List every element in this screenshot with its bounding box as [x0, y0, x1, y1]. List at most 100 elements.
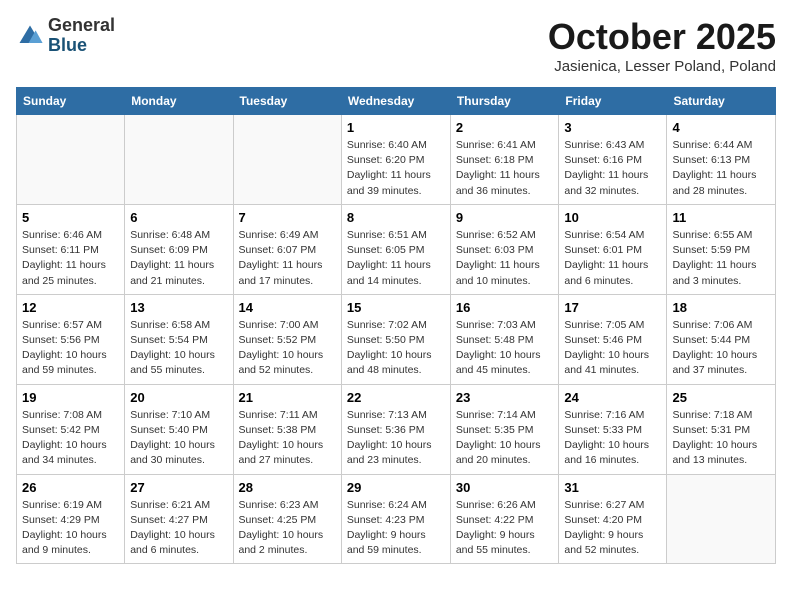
calendar-cell: 19 Sunrise: 7:08 AM Sunset: 5:42 PM Dayli… — [17, 384, 125, 474]
logo-icon — [16, 22, 44, 50]
calendar-cell: 25 Sunrise: 7:18 AM Sunset: 5:31 PM Dayli… — [667, 384, 776, 474]
logo-general: General — [48, 16, 115, 36]
weekday-header-tuesday: Tuesday — [233, 88, 341, 115]
calendar-cell: 20 Sunrise: 7:10 AM Sunset: 5:40 PM Dayli… — [125, 384, 233, 474]
weekday-header-sunday: Sunday — [17, 88, 125, 115]
calendar-cell: 5 Sunrise: 6:46 AM Sunset: 6:11 PM Daylig… — [17, 204, 125, 294]
day-number: 6 — [130, 210, 227, 225]
day-info: Sunrise: 7:08 AM Sunset: 5:42 PM Dayligh… — [22, 408, 119, 469]
day-number: 8 — [347, 210, 445, 225]
calendar-cell: 23Sunrise: 7:14 AM Sunset: 5:35 PM Dayli… — [450, 384, 559, 474]
calendar-cell: 4Sunrise: 6:44 AM Sunset: 6:13 PM Daylig… — [667, 115, 776, 205]
week-row-3: 12 Sunrise: 6:57 AM Sunset: 5:56 PM Dayli… — [17, 294, 776, 384]
calendar-cell: 24Sunrise: 7:16 AM Sunset: 5:33 PM Dayli… — [559, 384, 667, 474]
calendar-cell — [17, 115, 125, 205]
calendar-cell: 11Sunrise: 6:55 AM Sunset: 5:59 PM Dayli… — [667, 204, 776, 294]
month-title: October 2025 — [548, 16, 776, 58]
calendar-cell: 1 Sunrise: 6:40 AM Sunset: 6:20 PM Daylig… — [341, 115, 450, 205]
calendar-cell: 21 Sunrise: 7:11 AM Sunset: 5:38 PM Dayli… — [233, 384, 341, 474]
day-number: 5 — [22, 210, 119, 225]
day-info: Sunrise: 6:21 AM Sunset: 4:27 PM Dayligh… — [130, 498, 227, 559]
weekday-header-friday: Friday — [559, 88, 667, 115]
calendar-cell: 3 Sunrise: 6:43 AM Sunset: 6:16 PM Daylig… — [559, 115, 667, 205]
day-number: 15 — [347, 300, 445, 315]
day-number: 12 — [22, 300, 119, 315]
weekday-header-row: SundayMondayTuesdayWednesdayThursdayFrid… — [17, 88, 776, 115]
day-number: 3 — [564, 120, 661, 135]
day-info: Sunrise: 6:24 AM Sunset: 4:23 PM Dayligh… — [347, 498, 445, 559]
day-info: Sunrise: 7:05 AM Sunset: 5:46 PM Dayligh… — [564, 318, 661, 379]
day-info: Sunrise: 6:51 AM Sunset: 6:05 PM Dayligh… — [347, 228, 445, 289]
calendar-cell: 28 Sunrise: 6:23 AM Sunset: 4:25 PM Dayli… — [233, 474, 341, 564]
day-number: 24 — [564, 390, 661, 405]
day-info: Sunrise: 7:10 AM Sunset: 5:40 PM Dayligh… — [130, 408, 227, 469]
day-number: 21 — [239, 390, 336, 405]
calendar-cell: 10 Sunrise: 6:54 AM Sunset: 6:01 PM Dayli… — [559, 204, 667, 294]
calendar-cell: 6 Sunrise: 6:48 AM Sunset: 6:09 PM Daylig… — [125, 204, 233, 294]
day-number: 13 — [130, 300, 227, 315]
day-number: 25 — [672, 390, 770, 405]
day-info: Sunrise: 6:23 AM Sunset: 4:25 PM Dayligh… — [239, 498, 336, 559]
page-header: General Blue October 2025 Jasienica, Les… — [16, 16, 776, 75]
day-number: 28 — [239, 480, 336, 495]
day-info: Sunrise: 6:46 AM Sunset: 6:11 PM Dayligh… — [22, 228, 119, 289]
title-block: October 2025 Jasienica, Lesser Poland, P… — [548, 16, 776, 75]
week-row-2: 5 Sunrise: 6:46 AM Sunset: 6:11 PM Daylig… — [17, 204, 776, 294]
day-number: 11 — [672, 210, 770, 225]
day-info: Sunrise: 7:11 AM Sunset: 5:38 PM Dayligh… — [239, 408, 336, 469]
day-number: 14 — [239, 300, 336, 315]
calendar-cell: 22Sunrise: 7:13 AM Sunset: 5:36 PM Dayli… — [341, 384, 450, 474]
day-number: 27 — [130, 480, 227, 495]
day-info: Sunrise: 6:41 AM Sunset: 6:18 PM Dayligh… — [456, 138, 554, 199]
day-info: Sunrise: 6:52 AM Sunset: 6:03 PM Dayligh… — [456, 228, 554, 289]
calendar-cell: 13 Sunrise: 6:58 AM Sunset: 5:54 PM Dayli… — [125, 294, 233, 384]
day-number: 20 — [130, 390, 227, 405]
day-info: Sunrise: 7:02 AM Sunset: 5:50 PM Dayligh… — [347, 318, 445, 379]
week-row-1: 1 Sunrise: 6:40 AM Sunset: 6:20 PM Daylig… — [17, 115, 776, 205]
day-info: Sunrise: 6:19 AM Sunset: 4:29 PM Dayligh… — [22, 498, 119, 559]
weekday-header-thursday: Thursday — [450, 88, 559, 115]
calendar-cell: 9 Sunrise: 6:52 AM Sunset: 6:03 PM Daylig… — [450, 204, 559, 294]
location-title: Jasienica, Lesser Poland, Poland — [548, 58, 776, 75]
day-info: Sunrise: 7:13 AM Sunset: 5:36 PM Dayligh… — [347, 408, 445, 469]
week-row-5: 26 Sunrise: 6:19 AM Sunset: 4:29 PM Dayli… — [17, 474, 776, 564]
calendar-cell: 2 Sunrise: 6:41 AM Sunset: 6:18 PM Daylig… — [450, 115, 559, 205]
calendar-cell: 7 Sunrise: 6:49 AM Sunset: 6:07 PM Daylig… — [233, 204, 341, 294]
day-info: Sunrise: 7:18 AM Sunset: 5:31 PM Dayligh… — [672, 408, 770, 469]
calendar-cell: 8 Sunrise: 6:51 AM Sunset: 6:05 PM Daylig… — [341, 204, 450, 294]
day-number: 9 — [456, 210, 554, 225]
day-info: Sunrise: 6:57 AM Sunset: 5:56 PM Dayligh… — [22, 318, 119, 379]
weekday-header-wednesday: Wednesday — [341, 88, 450, 115]
calendar-cell — [233, 115, 341, 205]
logo-blue: Blue — [48, 36, 115, 56]
day-number: 7 — [239, 210, 336, 225]
day-info: Sunrise: 6:48 AM Sunset: 6:09 PM Dayligh… — [130, 228, 227, 289]
calendar-cell: 15 Sunrise: 7:02 AM Sunset: 5:50 PM Dayli… — [341, 294, 450, 384]
day-number: 1 — [347, 120, 445, 135]
day-number: 26 — [22, 480, 119, 495]
day-number: 18 — [672, 300, 770, 315]
day-number: 29 — [347, 480, 445, 495]
calendar-cell: 16Sunrise: 7:03 AM Sunset: 5:48 PM Dayli… — [450, 294, 559, 384]
logo-text: General Blue — [48, 16, 115, 56]
day-number: 2 — [456, 120, 554, 135]
day-info: Sunrise: 6:43 AM Sunset: 6:16 PM Dayligh… — [564, 138, 661, 199]
weekday-header-saturday: Saturday — [667, 88, 776, 115]
calendar-cell: 14Sunrise: 7:00 AM Sunset: 5:52 PM Dayli… — [233, 294, 341, 384]
day-info: Sunrise: 6:27 AM Sunset: 4:20 PM Dayligh… — [564, 498, 661, 559]
calendar-table: SundayMondayTuesdayWednesdayThursdayFrid… — [16, 87, 776, 564]
weekday-header-monday: Monday — [125, 88, 233, 115]
day-info: Sunrise: 7:06 AM Sunset: 5:44 PM Dayligh… — [672, 318, 770, 379]
day-number: 10 — [564, 210, 661, 225]
day-info: Sunrise: 6:58 AM Sunset: 5:54 PM Dayligh… — [130, 318, 227, 379]
day-number: 30 — [456, 480, 554, 495]
calendar-cell: 30Sunrise: 6:26 AM Sunset: 4:22 PM Dayli… — [450, 474, 559, 564]
day-info: Sunrise: 6:49 AM Sunset: 6:07 PM Dayligh… — [239, 228, 336, 289]
day-number: 4 — [672, 120, 770, 135]
week-row-4: 19 Sunrise: 7:08 AM Sunset: 5:42 PM Dayli… — [17, 384, 776, 474]
calendar-cell — [125, 115, 233, 205]
day-info: Sunrise: 6:54 AM Sunset: 6:01 PM Dayligh… — [564, 228, 661, 289]
day-info: Sunrise: 6:40 AM Sunset: 6:20 PM Dayligh… — [347, 138, 445, 199]
calendar-cell: 17Sunrise: 7:05 AM Sunset: 5:46 PM Dayli… — [559, 294, 667, 384]
day-number: 19 — [22, 390, 119, 405]
